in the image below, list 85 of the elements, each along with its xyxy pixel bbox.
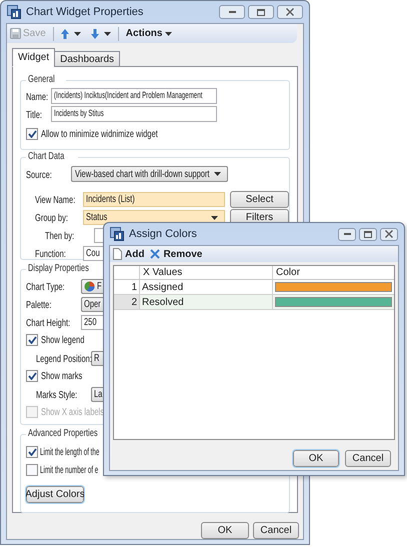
button[interactable]: Select [230, 190, 289, 208]
table-row[interactable]: 2 Resolved [114, 295, 394, 310]
dropdown[interactable]: View-based chart with drill-down support [71, 166, 228, 182]
row-number: 2 [114, 295, 140, 309]
dropdown[interactable]: F [81, 278, 103, 294]
minimize-icon [228, 11, 236, 13]
field-label: Function: [35, 248, 66, 262]
dropdown[interactable]: R [91, 350, 103, 366]
field-label: Chart Height: [26, 317, 70, 331]
maximize-button[interactable] [359, 228, 377, 240]
window-title: Chart Widget Properties [26, 4, 144, 20]
input-field[interactable] [94, 228, 103, 242]
input-field[interactable]: 250 [81, 314, 103, 330]
group-heading: Advanced Properties [28, 428, 98, 440]
field-label: Group by: [35, 212, 68, 226]
input-field[interactable]: Incidents by Stitus [51, 106, 217, 122]
table-row[interactable]: 1 Assigned [114, 280, 394, 295]
field-label: Then by: [45, 230, 74, 244]
toolbar-button[interactable]: Add [113, 246, 144, 262]
close-icon [286, 8, 294, 16]
field-label: Palette: [26, 299, 52, 313]
maximize-icon [257, 8, 265, 16]
input-field[interactable]: Incidents (List) [83, 192, 225, 206]
dropdown[interactable]: Oper [81, 296, 103, 312]
tab[interactable]: Widget [12, 48, 56, 67]
column-header: Color [275, 266, 301, 279]
checkbox-label: Show X axis labels [41, 406, 104, 420]
caret-icon [214, 172, 221, 176]
checkbox[interactable] [26, 370, 38, 382]
field-label: Title: [26, 109, 42, 123]
column-header: X Values [140, 266, 273, 279]
button[interactable]: Cancel [345, 450, 391, 467]
group-heading: Chart Data [28, 151, 64, 163]
window-icon [110, 227, 124, 241]
field-label: Source: [26, 169, 52, 183]
down-arrow-icon [90, 28, 99, 38]
color-swatch[interactable] [275, 297, 392, 307]
field-label: Legend Position: [36, 353, 92, 367]
caret-icon [74, 32, 81, 36]
caret-icon [165, 32, 172, 36]
toolbar-button[interactable]: Remove [150, 246, 202, 262]
field-label: Chart Type: [26, 281, 65, 295]
input-field[interactable]: (Incidents) Inciktus(Incident and Problem Management [51, 88, 217, 104]
pie-chart-icon [84, 280, 95, 292]
checkbox[interactable] [26, 334, 38, 346]
field-label: Name: [26, 91, 48, 105]
maximize-button[interactable] [248, 5, 274, 19]
checkbox[interactable] [26, 446, 38, 458]
maximize-icon [364, 230, 372, 238]
checkbox-label: Allow to minimize widnimize widget [41, 128, 158, 142]
dialog-title: Assign Colors [129, 226, 197, 242]
color-swatch[interactable] [275, 282, 392, 292]
checkbox-label: Limit the number of e [40, 464, 98, 478]
group-heading: General [28, 74, 55, 86]
row-number: 1 [114, 280, 140, 294]
checkbox[interactable] [26, 128, 38, 140]
button[interactable]: OK [201, 522, 249, 539]
field-label: Marks Style: [36, 389, 78, 403]
checkbox-label: Limit the length of the [40, 446, 100, 460]
close-button[interactable] [277, 5, 303, 19]
button[interactable]: Adjust Colors [26, 486, 84, 503]
button[interactable]: Cancel [253, 522, 299, 539]
table-cell: Resolved [140, 295, 273, 309]
up-arrow-icon [60, 28, 69, 38]
x-icon [150, 249, 160, 259]
checkbox-label: Show marks [41, 370, 82, 384]
close-icon [385, 230, 393, 238]
group-heading: Display Properties [28, 263, 89, 275]
dropdown[interactable]: La [91, 386, 103, 402]
minimize-button[interactable] [338, 228, 356, 240]
tab[interactable]: Dashboards [54, 51, 120, 67]
page-icon [113, 248, 122, 260]
minimize-button[interactable] [219, 5, 245, 19]
minimize-icon [344, 233, 350, 235]
window-icon [7, 5, 21, 19]
checkbox[interactable] [26, 464, 38, 476]
actions-menu[interactable]: Actions [122, 26, 176, 41]
caret-icon [211, 216, 218, 220]
field-label: View Name: [35, 194, 76, 208]
close-button[interactable] [380, 228, 398, 240]
caret-icon [104, 32, 111, 36]
table-cell: Assigned [140, 280, 273, 294]
button[interactable]: OK [293, 450, 339, 467]
checkbox-label: Show legend [41, 334, 84, 348]
input-field[interactable]: Cou [83, 246, 103, 260]
